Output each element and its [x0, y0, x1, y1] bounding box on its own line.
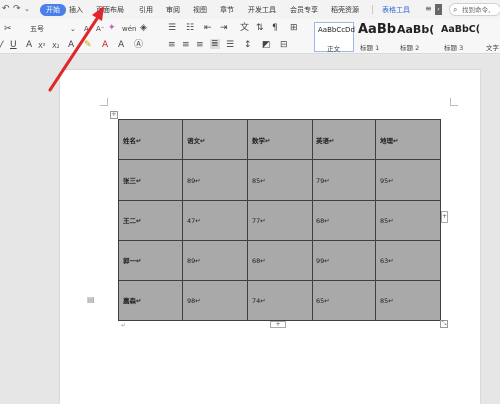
arrow-shaft [48, 12, 102, 92]
annotation-arrow [48, 6, 104, 92]
